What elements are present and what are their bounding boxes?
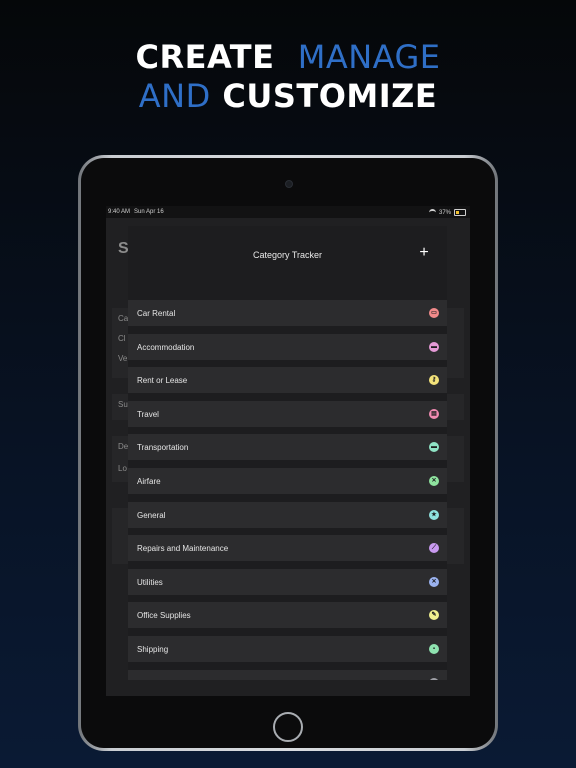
pencil-icon: ✎ <box>429 610 439 621</box>
car-icon: ▭ <box>429 308 439 318</box>
category-row[interactable]: Car Rental ▭ <box>128 300 447 326</box>
truck-icon: ▪ <box>429 644 439 654</box>
camera-icon <box>285 180 293 188</box>
category-label: Office Supplies <box>137 611 191 621</box>
status-right: 37% <box>428 209 466 216</box>
category-row[interactable]: Travel ▤ <box>128 400 447 427</box>
key-icon: ⚷ <box>429 375 439 386</box>
category-tracker-modal: Category Tracker + Car Rental ▭ Accommodat… <box>128 226 447 680</box>
battery-icon <box>454 209 466 216</box>
background-row: Ca <box>118 314 129 323</box>
category-label: Airfare <box>137 477 161 486</box>
background-row: Lo <box>118 464 127 473</box>
category-label: Repairs and Maintenance <box>137 544 229 554</box>
category-row[interactable]: Accommodation ▬ <box>128 333 447 360</box>
tools-icon: ✕ <box>429 576 439 587</box>
headline-manage: MANAGE <box>297 38 441 76</box>
headline-create: CREATE <box>135 38 275 76</box>
star-icon: ★ <box>429 509 439 520</box>
wrench-icon: ⟋ <box>429 543 439 554</box>
modal-title: Category Tracker <box>252 250 323 260</box>
category-row[interactable]: Airfare ✕ <box>128 468 447 494</box>
background-row: De <box>118 442 129 451</box>
category-label: Accommodation <box>137 342 195 352</box>
bus-icon: ▬ <box>429 442 439 453</box>
headline-line-1: CREATE MANAGE <box>0 38 576 76</box>
wifi-icon <box>428 209 436 216</box>
background-row: Ve <box>118 354 128 363</box>
status-date: Sun Apr 16 <box>134 209 164 215</box>
category-label: Transportation <box>137 443 189 453</box>
category-label: Car Rental <box>137 309 176 318</box>
headline-line-2: AND CUSTOMIZE <box>0 77 576 115</box>
category-label: General <box>137 510 166 520</box>
headline-and: AND <box>138 77 211 115</box>
category-label: Travel <box>137 409 159 419</box>
background-row: Su <box>118 400 128 409</box>
category-row[interactable]: Repairs and Maintenance ⟋ <box>128 535 447 562</box>
category-label: Shipping <box>137 645 169 654</box>
headline-customize: CUSTOMIZE <box>222 77 438 115</box>
bed-icon: ▬ <box>429 341 439 352</box>
category-row[interactable]: Transportation ▬ <box>128 434 447 461</box>
add-category-button[interactable]: + <box>417 245 431 261</box>
partial-icon <box>429 677 439 680</box>
battery-percent: 37% <box>438 209 451 216</box>
category-label: Rent or Lease <box>137 376 188 386</box>
category-row[interactable]: Shipping ▪ <box>128 636 447 662</box>
category-row[interactable] <box>128 669 447 680</box>
status-bar: 9:40 AM Sun Apr 16 37% <box>106 206 470 218</box>
category-row[interactable]: Office Supplies ✎ <box>128 602 447 629</box>
home-button[interactable] <box>273 712 303 742</box>
status-time: 9:40 AM <box>108 209 131 215</box>
category-label: Utilities <box>137 577 163 587</box>
briefcase-icon: ▤ <box>429 408 439 419</box>
plane-icon: ✕ <box>429 476 439 486</box>
category-row[interactable]: General ★ <box>128 501 447 528</box>
category-row[interactable]: Rent or Lease ⚷ <box>128 367 447 394</box>
background-row: Cl <box>118 334 126 343</box>
category-row[interactable]: Utilities ✕ <box>128 568 447 595</box>
